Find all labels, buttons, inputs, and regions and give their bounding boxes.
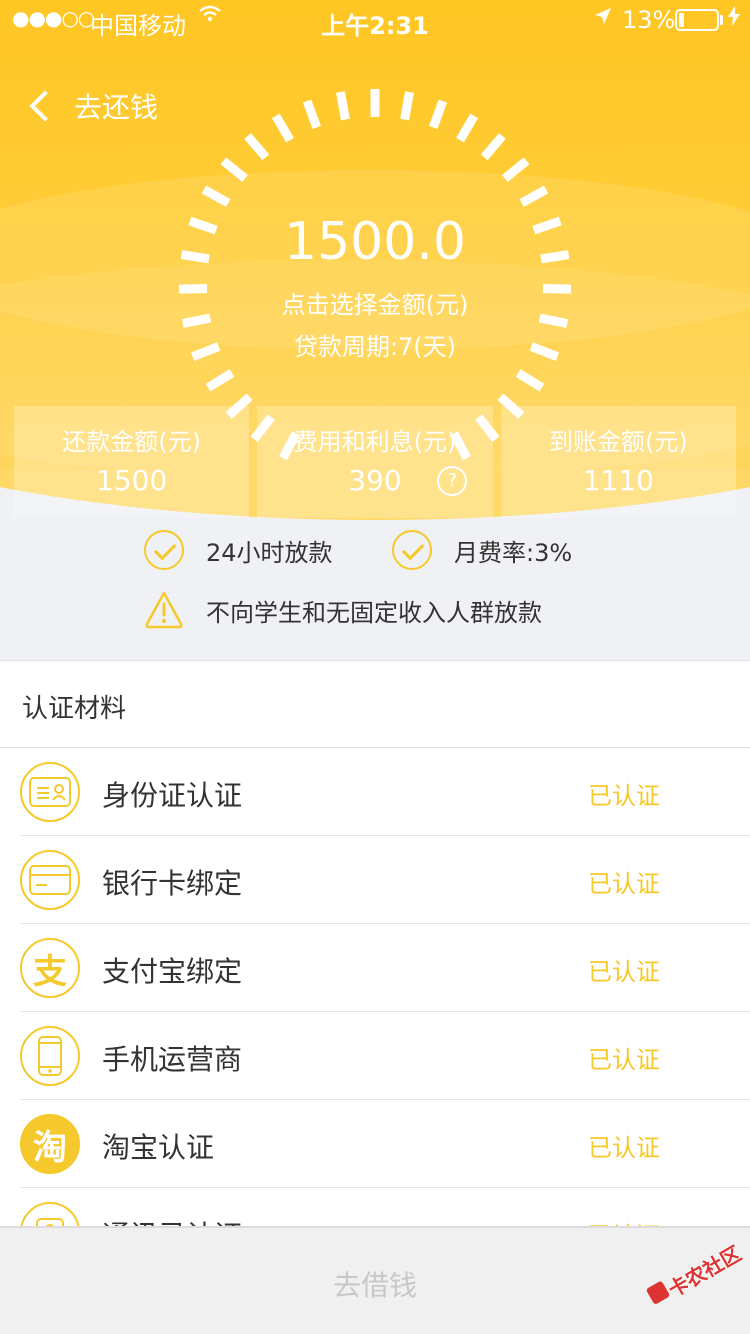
bottom-bar: 去借钱 (0, 1226, 750, 1334)
amount-hint: 点击选择金额(元) (281, 291, 469, 319)
gauge-tick (456, 113, 479, 143)
gauge-tick (336, 91, 350, 121)
material-row-id-card[interactable]: 身份证认证 已认证 (0, 748, 750, 836)
gauge-tick (271, 113, 294, 143)
fee-interest-card: 费用和利息(元) 390 ? (257, 406, 493, 518)
feature-text: 不向学生和无固定收入人群放款 (206, 598, 542, 627)
gauge-tick (201, 185, 231, 207)
received-amount-card: 到账金额(元) 1110 (500, 406, 736, 518)
gauge-tick (244, 133, 270, 161)
gauge-tick (428, 99, 448, 129)
feature-text: 月费率:3% (454, 538, 573, 567)
borrow-button[interactable]: 去借钱 (0, 1264, 750, 1304)
status-badge: 已认证 (588, 1046, 660, 1074)
feature-monthly-rate: 月费率:3% (392, 530, 572, 570)
id-card-icon (20, 762, 80, 822)
gauge-tick (519, 185, 549, 207)
card-label: 到账金额(元) (548, 428, 688, 456)
gauge-tick (400, 91, 414, 121)
card-value: 1110 (582, 464, 654, 497)
row-label: 支付宝绑定 (102, 955, 243, 988)
status-badge: 已认证 (588, 958, 660, 986)
card-value: 1500 (96, 464, 168, 497)
taobao-icon: 淘 (20, 1114, 80, 1174)
row-label: 手机运营商 (102, 1043, 243, 1076)
repay-amount-card: 还款金额(元) 1500 (14, 406, 250, 518)
summary-cards: 还款金额(元) 1500 费用和利息(元) 390 ? 到账金额(元) 1110 (14, 406, 736, 518)
check-circle-icon (144, 530, 184, 570)
material-row-taobao[interactable]: 淘 淘宝认证 已认证 (0, 1100, 750, 1188)
material-row-carrier[interactable]: 手机运营商 已认证 (0, 1012, 750, 1100)
row-label: 身份证认证 (102, 779, 243, 812)
feature-fast-loan: 24小时放款 (144, 530, 333, 570)
gauge-tick (205, 369, 235, 392)
material-row-alipay[interactable]: 支 支付宝绑定 已认证 (0, 924, 750, 1012)
bank-card-icon (20, 850, 80, 910)
divider (0, 660, 750, 661)
gauge-tick (302, 99, 322, 129)
loan-period: 贷款周期:7(天) (293, 333, 457, 361)
card-label: 还款金额(元) (62, 428, 202, 456)
status-badge: 已认证 (588, 782, 660, 810)
status-badge: 已认证 (588, 870, 660, 898)
feature-text: 24小时放款 (206, 538, 333, 567)
alipay-icon: 支 (20, 938, 80, 998)
card-label: 费用和利息(元) (293, 428, 457, 456)
alipay-glyph: 支 (33, 951, 67, 992)
gauge-tick (220, 157, 248, 182)
taobao-glyph: 淘 (33, 1127, 67, 1168)
status-badge: 已认证 (588, 1134, 660, 1162)
warning-icon (145, 591, 183, 629)
row-label: 银行卡绑定 (102, 867, 243, 900)
gauge-tick (502, 157, 530, 182)
gauge-tick (480, 133, 506, 161)
material-row-bank-card[interactable]: 银行卡绑定 已认证 (0, 836, 750, 924)
row-label: 淘宝认证 (102, 1131, 215, 1164)
feature-warning: 不向学生和无固定收入人群放款 (144, 590, 542, 630)
gauge-tick (515, 369, 545, 392)
phone-icon (20, 1026, 80, 1086)
section-title: 认证材料 (22, 694, 127, 724)
check-circle-icon (392, 530, 432, 570)
loan-amount[interactable]: 1500.0 (0, 212, 750, 272)
